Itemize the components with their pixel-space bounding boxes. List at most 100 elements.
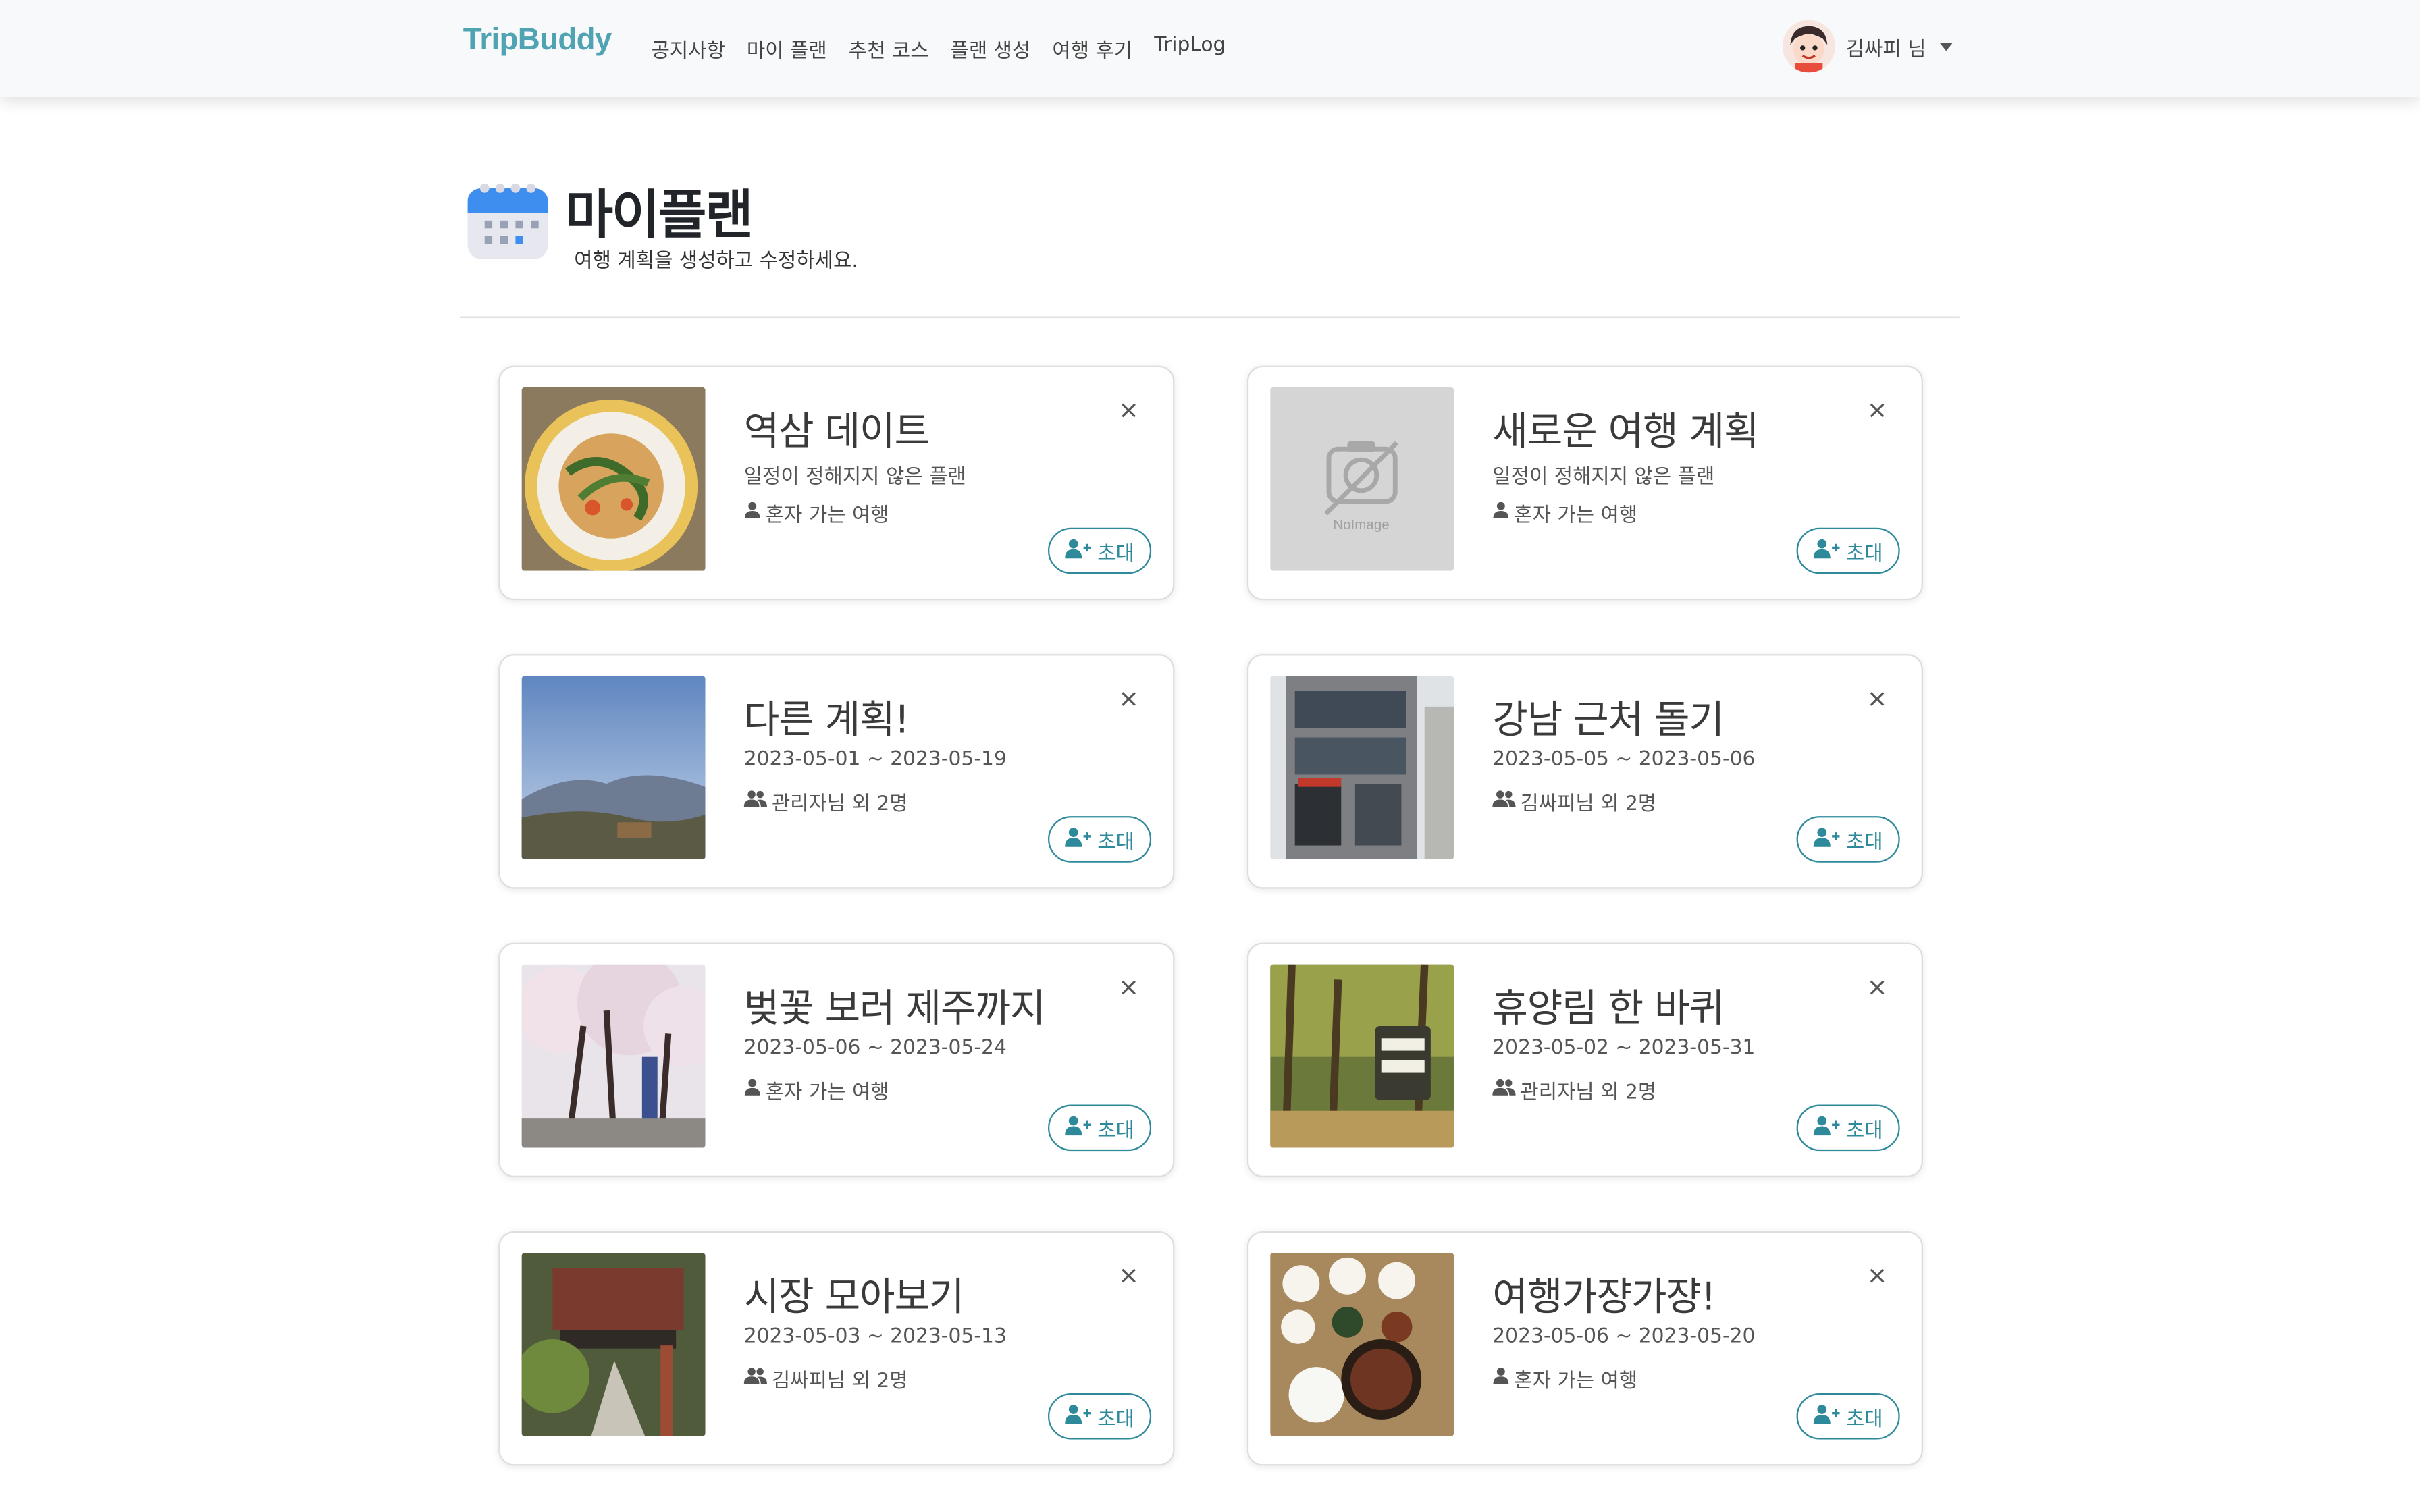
invite-label: 초대 [1845,830,1883,855]
plan-thumbnail [1270,676,1454,860]
invite-button[interactable]: 초대 [1048,527,1152,574]
plan-title: 벚꽃 보러 제주까지 [743,986,1046,1031]
invite-button[interactable]: 초대 [1796,816,1900,863]
plan-dates: 2023-05-06 ~ 2023-05-24 [743,1036,1007,1060]
invite-button[interactable]: 초대 [1048,816,1152,863]
nav-links: 공지사항 마이 플랜 추천 코스 플랜 생성 여행 후기 TripLog [652,34,1226,63]
plan-members-label: 관리자님 외 2명 [1520,1081,1657,1105]
plan-thumbnail [521,1252,706,1436]
delete-plan-button[interactable]: × [1118,1263,1139,1289]
user-icon [744,1079,761,1102]
invite-button[interactable]: 초대 [1796,1393,1900,1440]
user-icon [744,502,761,524]
plan-title: 새로운 여행 계획 [1492,408,1759,454]
plan-members-label: 김싸피님 외 2명 [1520,792,1657,817]
users-icon [743,1367,767,1390]
delete-plan-button[interactable]: × [1867,686,1888,711]
navbar: TripBuddy 공지사항 마이 플랜 추천 코스 플랜 생성 여행 후기 T… [0,0,2420,97]
plan-members-label: 혼자 가는 여행 [1514,1370,1638,1393]
divider [460,316,1960,318]
calendar-icon [463,176,553,266]
invite-button[interactable]: 초대 [1048,1393,1152,1440]
nav-link-create-plan[interactable]: 플랜 생성 [951,34,1031,63]
user-name: 김싸피 님 [1845,37,1926,61]
plan-title: 휴양림 한 바퀴 [1492,986,1725,1031]
plan-thumbnail [1270,1252,1454,1436]
nav-link-reviews[interactable]: 여행 후기 [1052,34,1132,63]
noimage-label: NoImage [1333,517,1389,533]
plan-members-label: 혼자 가는 여행 [1514,504,1638,528]
invite-label: 초대 [1097,830,1134,855]
page: TripBuddy 공지사항 마이 플랜 추천 코스 플랜 생성 여행 후기 T… [0,0,2420,1512]
plan-thumbnail [1270,964,1454,1148]
delete-plan-button[interactable]: × [1118,398,1139,423]
plan-thumbnail [521,387,706,571]
plan-members: 혼자 가는 여행 [744,1075,889,1105]
plan-dates: 일정이 정해지지 않은 플랜 [1492,466,1715,489]
add-user-icon [1813,538,1840,564]
plan-title: 역삼 데이트 [743,408,930,454]
invite-label: 초대 [1097,1407,1134,1431]
plan-thumbnail: NoImage [1270,387,1454,571]
plan-members-label: 혼자 가는 여행 [765,1081,889,1105]
plan-dates: 2023-05-02 ~ 2023-05-31 [1492,1036,1756,1060]
plan-thumbnail [521,676,706,860]
plan-card[interactable]: 여행가쟝가쟝! 2023-05-06 ~ 2023-05-20 혼자 가는 여행… [1246,1231,1923,1466]
users-icon [743,790,767,813]
delete-plan-button[interactable]: × [1118,686,1139,711]
nav-link-notice[interactable]: 공지사항 [652,34,725,63]
invite-button[interactable]: 초대 [1796,1104,1900,1152]
brand-logo[interactable]: TripBuddy [463,23,612,59]
avatar [1782,20,1835,73]
plan-members-label: 관리자님 외 2명 [771,792,908,817]
delete-plan-button[interactable]: × [1118,974,1139,1000]
chevron-down-icon [1940,42,1953,51]
delete-plan-button[interactable]: × [1867,1263,1888,1289]
invite-button[interactable]: 초대 [1048,1104,1152,1152]
plan-card[interactable]: 벚꽃 보러 제주까지 2023-05-06 ~ 2023-05-24 혼자 가는… [498,942,1175,1177]
plan-members: 혼자 가는 여행 [1492,498,1638,528]
plan-card[interactable]: 다른 계획! 2023-05-01 ~ 2023-05-19 관리자님 외 2명… [498,654,1175,889]
plan-members: 혼자 가는 여행 [1492,1364,1637,1393]
plan-title: 다른 계획! [743,697,910,742]
add-user-icon [1813,826,1840,853]
add-user-icon [1065,538,1092,564]
invite-label: 초대 [1097,542,1134,566]
plan-dates: 일정이 정해지지 않은 플랜 [743,466,966,489]
users-icon [1492,1079,1516,1102]
add-user-icon [1813,1403,1840,1430]
invite-button[interactable]: 초대 [1796,527,1900,574]
plan-members: 관리자님 외 2명 [743,787,908,817]
nav-link-recommended[interactable]: 추천 코스 [849,34,929,63]
plan-members-label: 김싸피님 외 2명 [771,1370,908,1393]
plan-dates: 2023-05-06 ~ 2023-05-20 [1492,1325,1756,1349]
page-title: 마이플랜 [564,185,754,247]
user-menu[interactable]: 김싸피 님 [1782,20,1953,73]
plan-card[interactable]: 휴양림 한 바퀴 2023-05-02 ~ 2023-05-31 관리자님 외 … [1246,942,1923,1177]
add-user-icon [1065,1403,1092,1430]
invite-label: 초대 [1845,1407,1883,1431]
invite-label: 초대 [1845,542,1883,566]
plan-card[interactable]: 강남 근처 돌기 2023-05-05 ~ 2023-05-06 김싸피님 외 … [1246,654,1923,889]
invite-label: 초대 [1097,1119,1134,1143]
add-user-icon [1813,1114,1840,1141]
delete-plan-button[interactable]: × [1867,398,1888,423]
user-icon [1492,502,1509,524]
plan-card[interactable]: 역삼 데이트 일정이 정해지지 않은 플랜 혼자 가는 여행 × 초대 [498,365,1175,601]
plan-members: 혼자 가는 여행 [744,498,889,528]
plan-dates: 2023-05-05 ~ 2023-05-06 [1492,748,1756,772]
plan-dates: 2023-05-01 ~ 2023-05-19 [743,748,1007,772]
invite-label: 초대 [1845,1119,1883,1143]
plan-members: 관리자님 외 2명 [1492,1075,1657,1105]
plan-members: 김싸피님 외 2명 [743,1364,908,1393]
user-icon [1492,1367,1509,1390]
plan-dates: 2023-05-03 ~ 2023-05-13 [743,1325,1007,1349]
plan-members-label: 혼자 가는 여행 [765,504,889,528]
nav-link-my-plan[interactable]: 마이 플랜 [747,34,827,63]
plan-card[interactable]: NoImage 새로운 여행 계획 일정이 정해지지 않은 플랜 혼자 가는 여… [1246,365,1923,601]
add-user-icon [1065,1114,1092,1141]
delete-plan-button[interactable]: × [1867,974,1888,1000]
nav-link-triplog[interactable]: TripLog [1154,34,1226,63]
plan-title: 시장 모아보기 [743,1274,965,1320]
plan-card[interactable]: 시장 모아보기 2023-05-03 ~ 2023-05-13 김싸피님 외 2… [498,1231,1175,1466]
